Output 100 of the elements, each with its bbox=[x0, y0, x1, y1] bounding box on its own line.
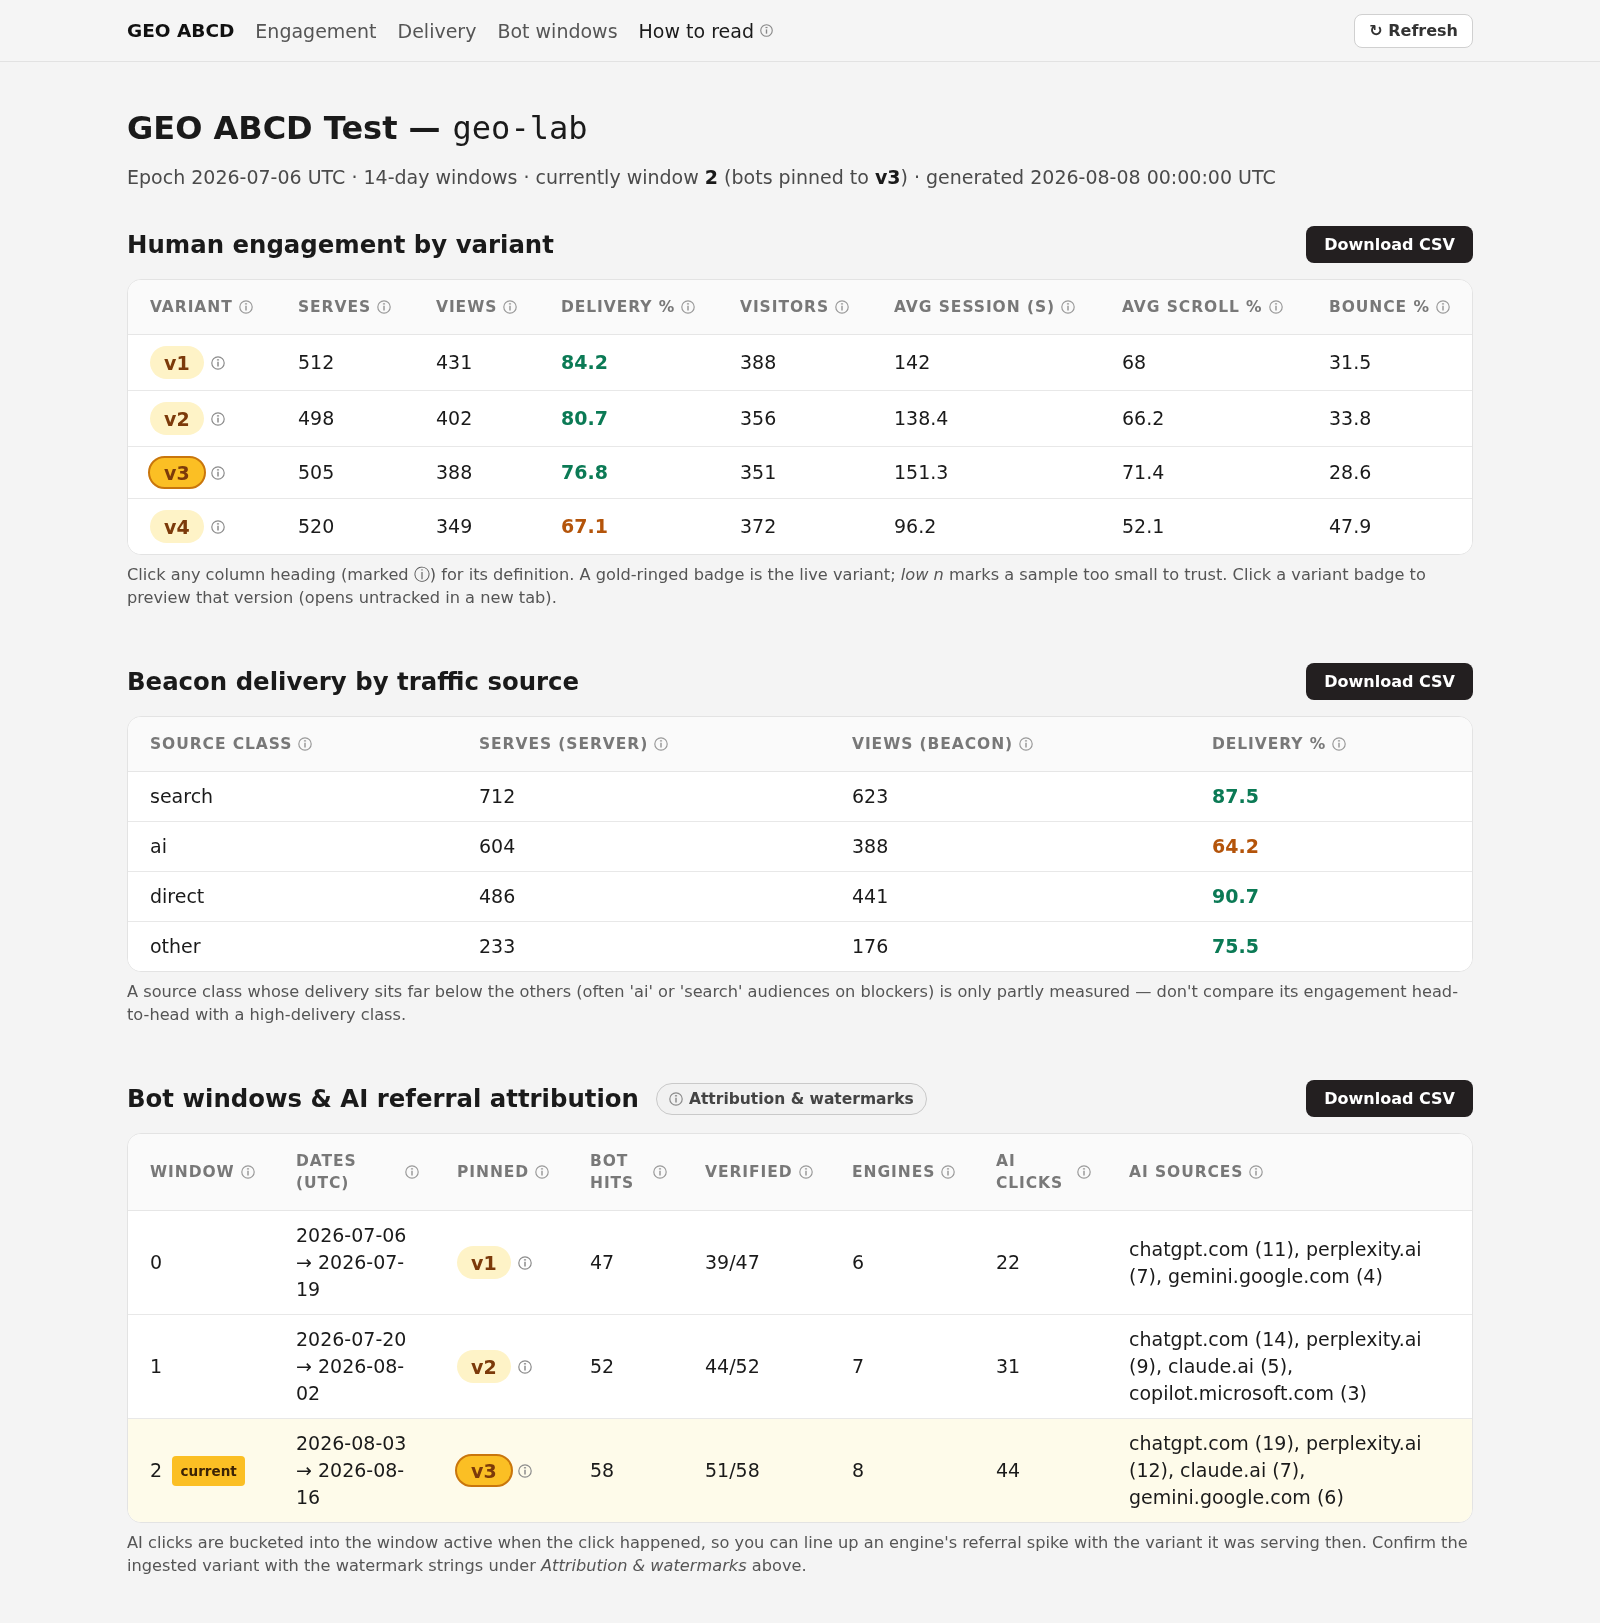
table-footnote: A source class whose delivery sits far below the others (often 'ai' or 'search' audiences on blockers) is only partly measured — don't compare its engagement head-to-head with a high-delivery class. bbox=[127, 981, 1459, 1026]
attribution-button[interactable]: Attribution & watermarks bbox=[655, 1082, 927, 1115]
variant-badge[interactable]: v3 bbox=[455, 1454, 513, 1487]
variant-badge[interactable]: v1 bbox=[150, 346, 204, 379]
project-slug: geo-lab bbox=[452, 108, 588, 148]
info-icon[interactable] bbox=[210, 519, 225, 534]
column-header[interactable]: ENGINES bbox=[830, 1145, 974, 1199]
table-cell-text: 96.2 bbox=[893, 514, 938, 539]
column-header[interactable]: DATES (UTC) bbox=[274, 1134, 435, 1210]
table-cell-text: 431 bbox=[435, 350, 474, 375]
column-header[interactable]: VISITORS bbox=[718, 280, 872, 334]
table-cell-text: 31.5 bbox=[1328, 350, 1373, 375]
column-header[interactable]: VARIANT bbox=[128, 280, 276, 334]
info-icon bbox=[1332, 737, 1347, 751]
column-header[interactable]: AVG SESSION (S) bbox=[872, 280, 1100, 334]
table-cell-text: 1 bbox=[149, 1354, 164, 1379]
column-header[interactable]: DELIVERY % bbox=[539, 280, 718, 334]
table-cell-text: 22 bbox=[995, 1250, 1022, 1275]
table-cell-text: 2026-07-20 → 2026-08-02 bbox=[295, 1327, 408, 1406]
table-cell-text: direct bbox=[149, 884, 206, 909]
variant-badge[interactable]: v2 bbox=[150, 402, 204, 435]
section-title: Human engagement by variant bbox=[127, 229, 554, 260]
variant-badge[interactable]: v1 bbox=[457, 1246, 511, 1279]
column-header[interactable]: VIEWS bbox=[414, 280, 539, 334]
info-icon bbox=[759, 24, 773, 37]
column-header[interactable]: VIEWS (BEACON) bbox=[830, 717, 1190, 771]
table-cell-text: 67.1 bbox=[560, 514, 609, 539]
table-cell-text: 233 bbox=[478, 934, 517, 959]
table-cell-text: 52 bbox=[589, 1354, 616, 1379]
page-subtitle: Epoch 2026-07-06 UTC · 14-day windows · currently window 2 (bots pinned to v3) · generated 2026-08-08 00:00:00 UTC bbox=[127, 165, 1277, 190]
table-cell-text: 505 bbox=[297, 460, 336, 485]
column-header[interactable]: DELIVERY % bbox=[1190, 717, 1472, 771]
nav-link[interactable]: Bot windows bbox=[497, 19, 618, 42]
table-cell-text: 402 bbox=[435, 406, 474, 431]
table-cell-text: other bbox=[149, 934, 202, 959]
table-cell-text: 520 bbox=[297, 514, 336, 539]
info-icon[interactable] bbox=[210, 465, 225, 480]
column-header[interactable]: WINDOW bbox=[128, 1145, 274, 1199]
info-icon bbox=[377, 300, 391, 314]
table-cell-text: 84.2 bbox=[560, 350, 609, 375]
variant-badge[interactable]: v4 bbox=[150, 510, 204, 543]
table-cell-text: 142 bbox=[893, 350, 932, 375]
table-cell-text: 44/52 bbox=[704, 1354, 761, 1379]
info-icon[interactable] bbox=[517, 1255, 532, 1270]
info-icon[interactable] bbox=[517, 1463, 532, 1478]
nav-link[interactable]: How to read bbox=[638, 19, 773, 42]
table-cell-text: 68 bbox=[1121, 350, 1148, 375]
column-header[interactable]: SERVES bbox=[276, 280, 414, 334]
info-icon bbox=[298, 737, 313, 751]
table-cell-text: 47.9 bbox=[1328, 514, 1373, 539]
table-cell-text: 604 bbox=[478, 834, 517, 859]
table-cell-text: 90.7 bbox=[1211, 884, 1260, 909]
table-cell-text: 87.5 bbox=[1211, 784, 1260, 809]
table-cell-text: 2 bbox=[150, 1458, 163, 1483]
column-header[interactable]: BOUNCE % bbox=[1307, 280, 1472, 334]
info-icon bbox=[1435, 300, 1450, 314]
table-cell-text: 71.4 bbox=[1121, 460, 1166, 485]
column-header[interactable]: AI SOURCES bbox=[1107, 1145, 1472, 1199]
section-title: Beacon delivery by traffic source bbox=[127, 666, 580, 697]
table-cell-text: 486 bbox=[478, 884, 517, 909]
table-cell-text: 6 bbox=[851, 1250, 866, 1275]
download-csv-button[interactable]: Download CSV bbox=[1306, 1080, 1473, 1117]
table-cell-text: 80.7 bbox=[560, 406, 609, 431]
column-header[interactable]: PINNED bbox=[435, 1145, 568, 1199]
info-icon bbox=[238, 300, 253, 314]
column-header[interactable]: SERVES (SERVER) bbox=[457, 717, 830, 771]
info-icon bbox=[1268, 300, 1283, 314]
table-cell-text: 0 bbox=[149, 1250, 164, 1275]
column-header[interactable]: VERIFIED bbox=[683, 1145, 830, 1199]
info-icon[interactable] bbox=[517, 1359, 532, 1374]
variant-badge[interactable]: v2 bbox=[457, 1350, 511, 1383]
column-header[interactable]: BOT HITS bbox=[568, 1134, 683, 1210]
info-icon[interactable] bbox=[210, 411, 225, 426]
table-cell-text: 441 bbox=[851, 884, 890, 909]
column-header[interactable]: AVG SCROLL % bbox=[1100, 280, 1307, 334]
nav-link[interactable]: Engagement bbox=[255, 19, 377, 42]
info-icon[interactable] bbox=[210, 355, 225, 370]
column-header[interactable]: AI CLICKS bbox=[974, 1134, 1107, 1210]
table-cell-text: 51/58 bbox=[704, 1458, 761, 1483]
table-cell-text: 8 bbox=[851, 1458, 866, 1483]
refresh-button[interactable]: ↻ Refresh bbox=[1354, 13, 1473, 48]
table-cell-text: 2026-07-06 → 2026-07-19 bbox=[295, 1223, 408, 1302]
table-cell-text: 31 bbox=[995, 1354, 1022, 1379]
table-cell-text: 372 bbox=[739, 514, 778, 539]
info-icon bbox=[681, 300, 696, 314]
column-header[interactable]: SOURCE CLASS bbox=[128, 717, 457, 771]
info-icon bbox=[240, 1165, 255, 1179]
nav-link[interactable]: Delivery bbox=[397, 19, 477, 42]
info-icon bbox=[798, 1165, 813, 1179]
table-cell-text: 388 bbox=[435, 460, 474, 485]
table-cell-text: 151.3 bbox=[893, 460, 950, 485]
variant-badge[interactable]: v3 bbox=[148, 456, 206, 489]
download-csv-button[interactable]: Download CSV bbox=[1306, 226, 1473, 263]
table-cell-text: 58 bbox=[589, 1458, 616, 1483]
info-icon bbox=[1249, 1165, 1264, 1179]
table-footnote: Click any column heading (marked ⓘ) for its definition. A gold-ringed badge is the live variant; low n marks a sample too small to trust. Click a variant badge to preview that version (opens untracked in a new tab). bbox=[127, 564, 1427, 609]
download-csv-button[interactable]: Download CSV bbox=[1306, 663, 1473, 700]
info-icon bbox=[654, 737, 669, 751]
info-icon bbox=[1077, 1165, 1091, 1179]
info-icon bbox=[503, 300, 518, 314]
